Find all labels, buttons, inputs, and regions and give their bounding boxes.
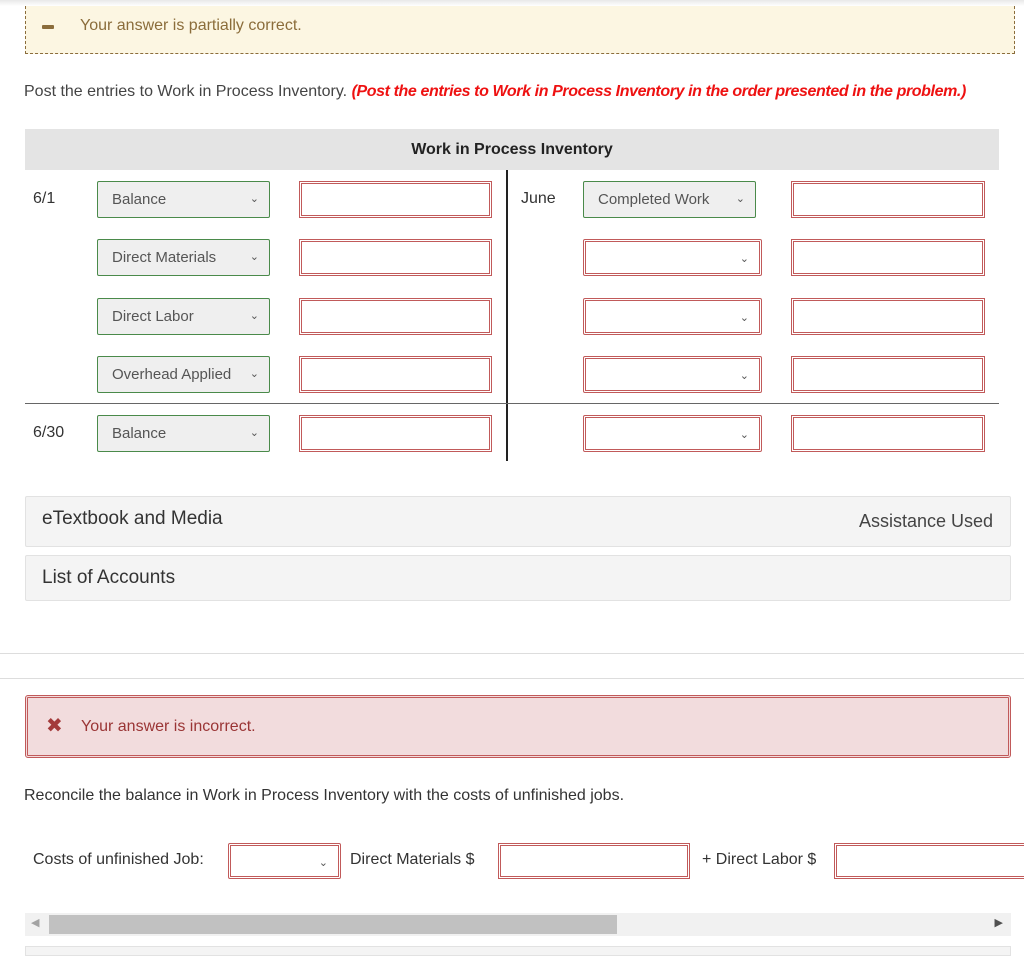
chevron-down-icon: ⌄: [249, 251, 259, 263]
chevron-down-icon: ⌄: [249, 310, 259, 322]
credit-date-1: June: [521, 190, 556, 207]
credit-ending-amount-input[interactable]: [791, 415, 985, 452]
scroll-right-arrow-icon[interactable]: ▶: [995, 916, 1003, 929]
chevron-down-icon: ⌄: [739, 253, 749, 265]
credit-account-value-1: Completed Work: [598, 191, 710, 208]
job-select[interactable]: ⌄: [228, 843, 341, 879]
section-divider: [0, 653, 1024, 654]
job-label: Costs of unfinished Job:: [33, 851, 204, 868]
chevron-down-icon: ⌄: [739, 370, 749, 382]
debit-amount-input-4[interactable]: [299, 356, 492, 393]
debit-account-select-1[interactable]: Balance ⌄: [97, 181, 270, 218]
direct-labor-label: + Direct Labor $: [702, 851, 817, 868]
debit-account-select-4[interactable]: Overhead Applied ⌄: [97, 356, 270, 393]
x-icon: ✖: [46, 715, 63, 737]
debit-amount-input-2[interactable]: [299, 239, 492, 276]
credit-amount-input-4[interactable]: [791, 356, 985, 393]
debit-account-value-4: Overhead Applied: [112, 366, 232, 383]
credit-ending-account-select[interactable]: ⌄: [583, 415, 762, 452]
partial-alert-text: Your answer is partially correct.: [80, 17, 302, 34]
credit-account-select-1[interactable]: Completed Work ⌄: [583, 181, 756, 218]
ending-amount-input[interactable]: [299, 415, 492, 452]
scrollbar-thumb[interactable]: [49, 915, 617, 934]
section-divider: [0, 678, 1024, 679]
credit-amount-input-2[interactable]: [791, 239, 985, 276]
etextbook-label[interactable]: eTextbook and Media: [42, 508, 223, 530]
chevron-down-icon: ⌄: [318, 857, 328, 869]
etextbook-panel[interactable]: eTextbook and Media Assistance Used: [25, 496, 1011, 547]
debit-account-value-2: Direct Materials: [112, 249, 217, 266]
t-account-title: Work in Process Inventory: [25, 129, 999, 170]
partial-correct-alert: Your answer is partially correct.: [25, 6, 1015, 54]
chevron-down-icon: ⌄: [739, 429, 749, 441]
chevron-down-icon: ⌄: [735, 193, 745, 205]
assistance-used-label: Assistance Used: [858, 511, 993, 531]
bottom-panel: [25, 946, 1011, 956]
list-of-accounts-panel[interactable]: List of Accounts: [25, 555, 1011, 601]
instruction-note: (Post the entries to Work in Process Inv…: [351, 83, 967, 100]
credit-account-select-4[interactable]: ⌄: [583, 356, 762, 393]
reconcile-instruction: Reconcile the balance in Work in Process…: [24, 787, 625, 804]
instruction-main: Post the entries to Work in Process Inve…: [24, 83, 348, 100]
scroll-left-arrow-icon[interactable]: ◀: [31, 916, 39, 929]
t-account-vertical-divider: [506, 170, 508, 461]
horizontal-scrollbar[interactable]: ◀ ▶: [25, 913, 1011, 936]
t-account-total-line: [25, 403, 999, 404]
debit-account-select-2[interactable]: Direct Materials ⌄: [97, 239, 270, 276]
incorrect-alert: ✖ Your answer is incorrect.: [25, 695, 1011, 758]
debit-date-1: 6/1: [33, 190, 56, 207]
chevron-down-icon: ⌄: [739, 312, 749, 324]
direct-materials-label: Direct Materials $: [350, 851, 475, 868]
debit-account-select-3[interactable]: Direct Labor ⌄: [97, 298, 270, 335]
list-of-accounts-label[interactable]: List of Accounts: [42, 567, 175, 589]
ending-date: 6/30: [33, 424, 65, 441]
direct-materials-input[interactable]: [498, 843, 690, 879]
credit-amount-input-3[interactable]: [791, 298, 985, 335]
debit-amount-input-1[interactable]: [299, 181, 492, 218]
debit-account-value-1: Balance: [112, 191, 167, 208]
direct-labor-input[interactable]: [834, 843, 1024, 879]
credit-amount-input-1[interactable]: [791, 181, 985, 218]
chevron-down-icon: ⌄: [249, 193, 259, 205]
chevron-down-icon: ⌄: [249, 427, 259, 439]
ending-account-value: Balance: [112, 425, 167, 442]
minus-icon: [42, 25, 54, 29]
chevron-down-icon: ⌄: [249, 368, 259, 380]
debit-account-value-3: Direct Labor: [112, 308, 194, 325]
debit-amount-input-3[interactable]: [299, 298, 492, 335]
ending-account-select[interactable]: Balance ⌄: [97, 415, 270, 452]
credit-account-select-2[interactable]: ⌄: [583, 239, 762, 276]
incorrect-alert-text: Your answer is incorrect.: [81, 718, 256, 735]
credit-account-select-3[interactable]: ⌄: [583, 298, 762, 335]
instructions: Post the entries to Work in Process Inve…: [24, 83, 966, 101]
